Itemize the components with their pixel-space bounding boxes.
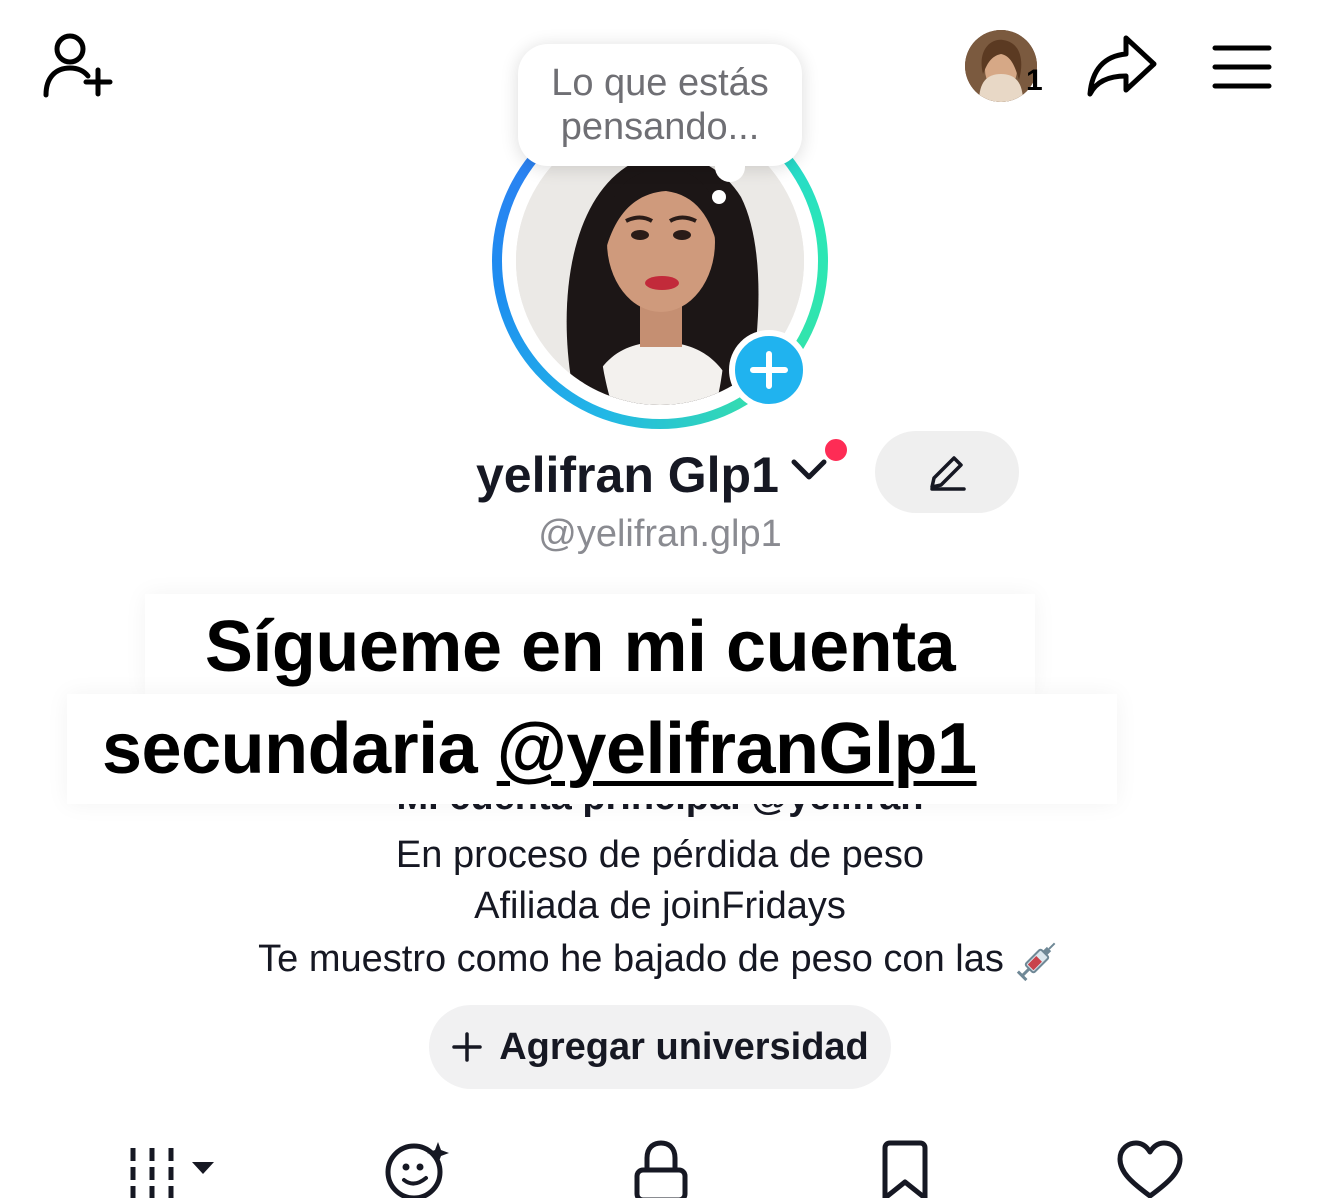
add-university-label: Agregar universidad [499, 1025, 869, 1068]
add-friend-icon[interactable] [42, 32, 114, 98]
bio-line-2: Afiliada de joinFridays [474, 885, 846, 927]
bio-line-3: Te muestro como he bajado de peso con la… [0, 936, 1320, 986]
plus-icon [451, 1031, 483, 1063]
heart-icon[interactable] [1117, 1140, 1183, 1198]
share-arrow-icon[interactable] [1086, 34, 1158, 98]
overlay-headline-line2: secundaria @yelifranGlp1 [102, 708, 977, 790]
bookmark-icon[interactable] [880, 1140, 930, 1198]
notification-dot [823, 437, 849, 463]
chevron-down-icon[interactable] [790, 454, 828, 484]
bio-line-3-text: Te muestro como he bajado de peso con la… [258, 938, 1004, 981]
edit-profile-button[interactable] [875, 431, 1019, 513]
overlay-handle-link[interactable]: @yelifranGlp1 [497, 709, 977, 789]
add-story-button[interactable] [729, 330, 809, 410]
account-count: 1 [1026, 64, 1043, 97]
lock-icon[interactable] [633, 1140, 689, 1198]
thought-bubble-text: Lo que estás pensando... [551, 62, 769, 148]
thought-bubble[interactable]: Lo que estás pensando... [518, 44, 802, 166]
hamburger-menu-icon[interactable] [1212, 44, 1272, 90]
username-handle: @yelifran.glp1 [538, 513, 782, 555]
add-university-button[interactable]: Agregar universidad [429, 1005, 891, 1089]
bio-line-1: En proceso de pérdida de peso [395, 834, 925, 876]
ai-face-icon[interactable] [382, 1140, 452, 1198]
thought-bubble-dot [712, 190, 726, 204]
thought-bubble-tail [715, 150, 745, 182]
syringe-icon [1012, 936, 1062, 986]
pencil-icon [926, 451, 968, 493]
overlay-headline-line1: Sígueme en mi cuenta [204, 607, 956, 687]
tab-videos[interactable] [128, 1140, 218, 1198]
overlay-prefix: secundaria [102, 709, 497, 789]
display-name[interactable]: yelifran Glp1 [476, 446, 779, 504]
